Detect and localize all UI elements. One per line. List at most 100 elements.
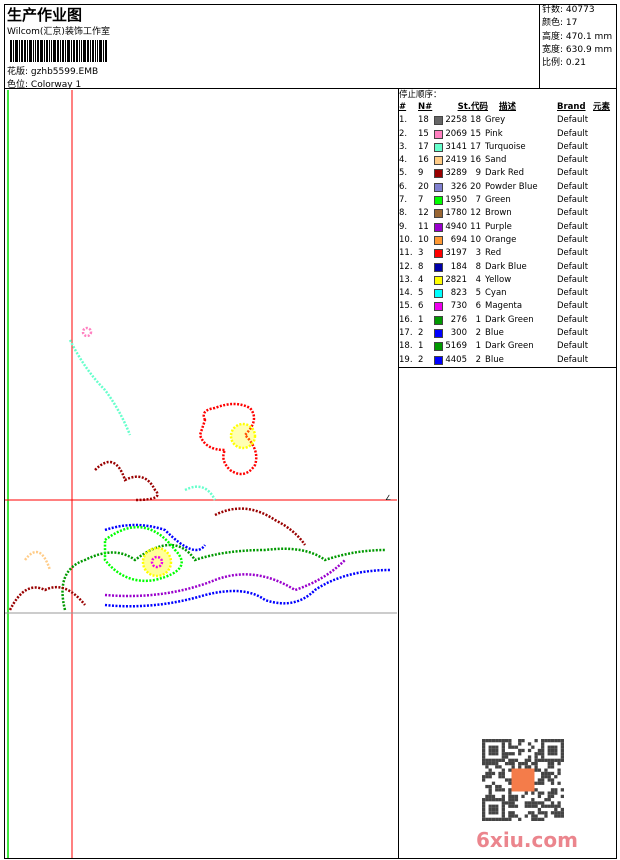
stitch-count: 694 (450, 234, 467, 245)
table-row: 5. 9 3289 9 Dark Red Default (399, 167, 616, 180)
color-desc: Dark Green (485, 341, 534, 352)
colorway-name: Colorway 1 (30, 80, 82, 90)
color-code: 7 (475, 195, 481, 206)
needle-num: 16 (418, 155, 429, 166)
row-num: 3. (399, 141, 408, 152)
needle-num: 3 (418, 248, 424, 259)
needle-num: 9 (418, 168, 424, 179)
info-value: 630.9 mm (565, 44, 613, 55)
info-label: 针数: (542, 5, 564, 15)
needle-num: 8 (418, 261, 424, 272)
page-title: 生产作业图 (7, 6, 83, 24)
row-num: 1. (399, 115, 408, 126)
table-header: # N# St. 代码 描述 Brand 元素 (399, 101, 616, 114)
needle-num: 10 (418, 234, 429, 245)
info-item: 高度: 470.1 mm (542, 31, 617, 44)
stitch-count: 326 (450, 181, 467, 192)
color-desc: Magenta (485, 301, 523, 312)
embroidery-design (8, 326, 391, 611)
row-num: 7. (399, 195, 408, 206)
color-desc: Blue (485, 354, 504, 365)
needle-num: 11 (418, 221, 429, 232)
color-desc: Yellow (485, 274, 512, 285)
color-code: 3 (475, 248, 481, 259)
row-num: 17. (399, 328, 413, 339)
stitch-count: 5169 (445, 341, 467, 352)
needle-num: 15 (418, 128, 429, 139)
table-row: 15. 6 730 6 Magenta Default (399, 300, 616, 313)
needle-num: 20 (418, 181, 429, 192)
info-label: 比例: (542, 58, 564, 69)
brand: Default (557, 128, 589, 139)
table-divider (399, 367, 616, 368)
color-code: 9 (475, 168, 481, 179)
color-code: 8 (475, 261, 481, 272)
needle-num: 7 (418, 195, 424, 206)
stitch-count: 300 (450, 328, 467, 339)
color-desc: Blue (485, 328, 504, 339)
row-num: 4. (399, 155, 408, 166)
stitch-count: 4405 (445, 354, 467, 365)
color-swatch (434, 315, 443, 325)
stitch-count: 1950 (445, 195, 467, 206)
color-swatch (434, 142, 443, 152)
color-code: 2 (475, 354, 481, 365)
color-desc: Powder Blue (485, 181, 538, 192)
needle-num: 2 (418, 328, 424, 339)
table-row: 6. 20 326 20 Powder Blue Default (399, 181, 616, 194)
table-row: 10. 10 694 10 Orange Default (399, 234, 616, 247)
header-desc: 描述 (499, 102, 517, 112)
color-code: 1 (475, 314, 481, 325)
table-row: 8. 12 1780 12 Brown Default (399, 207, 616, 220)
table-row: 11. 3 3197 3 Red Default (399, 247, 616, 260)
row-num: 12. (399, 261, 413, 272)
table-row: 3. 17 3141 17 Turquoise Default (399, 141, 616, 154)
table-row: 16. 1 276 1 Dark Green Default (399, 314, 616, 327)
brand: Default (557, 301, 589, 312)
brand: Default (557, 354, 589, 365)
row-num: 10. (399, 234, 413, 245)
table-row: 9. 11 4940 11 Purple Default (399, 221, 616, 234)
color-swatch (434, 222, 443, 232)
color-swatch (434, 156, 443, 166)
file-name: gzhb5599.EMB (30, 67, 99, 77)
color-swatch (434, 289, 443, 299)
color-desc: Orange (485, 234, 517, 245)
color-desc: Purple (485, 221, 512, 232)
stitch-count: 3141 (445, 141, 467, 152)
info-value: 17 (565, 18, 578, 29)
color-code: 17 (470, 141, 481, 152)
needle-num: 2 (418, 354, 424, 365)
color-swatch (434, 129, 443, 139)
header-code: 代码 (471, 102, 489, 112)
colorway: 色位: Colorway 1 (7, 77, 81, 90)
stitch-count: 2419 (445, 155, 467, 166)
table-row: 7. 7 1950 7 Green Default (399, 194, 616, 207)
colorway-label: 色位: (7, 80, 29, 90)
stitch-count: 2069 (445, 128, 467, 139)
info-value: 0.21 (565, 58, 586, 69)
stitch-count: 3197 (445, 248, 467, 259)
qr-code[interactable] (482, 739, 564, 821)
color-code: 20 (470, 181, 481, 192)
row-num: 14. (399, 288, 413, 299)
header-brand: Brand (557, 102, 586, 112)
row-num: 2. (399, 128, 408, 139)
row-num: 18. (399, 341, 413, 352)
color-desc: Sand (485, 155, 507, 166)
header: 生产作业图 Wilcom(汇京)装饰工作室 花版: gzhb5599.EMB 色… (4, 4, 617, 90)
stitch-count: 823 (450, 288, 467, 299)
stitch-count: 3289 (445, 168, 467, 179)
color-code: 15 (470, 128, 481, 139)
table-row: 19. 2 4405 2 Blue Default (399, 354, 616, 367)
row-num: 15. (399, 301, 413, 312)
color-code: 2 (475, 328, 481, 339)
header-st: St. (457, 102, 471, 112)
row-num: 13. (399, 274, 413, 285)
info-item: 比例: 0.21 (542, 57, 617, 70)
brand: Default (557, 181, 589, 192)
color-desc: Dark Blue (485, 261, 527, 272)
table-row: 14. 5 823 5 Cyan Default (399, 287, 616, 300)
table-row: 12. 8 184 8 Dark Blue Default (399, 261, 616, 274)
needle-num: 4 (418, 274, 424, 285)
